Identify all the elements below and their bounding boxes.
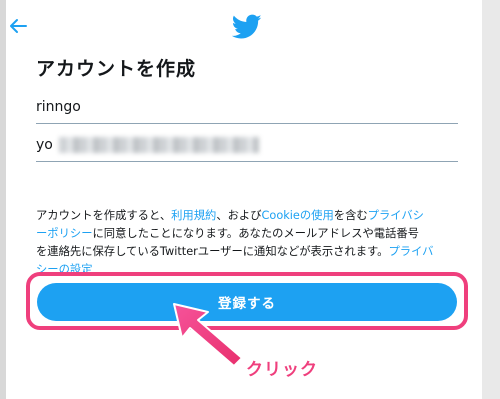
privacy-settings-link[interactable]: プライバ xyxy=(388,245,433,258)
name-field-container xyxy=(36,91,458,124)
back-button[interactable] xyxy=(4,12,32,40)
twitter-bird-icon xyxy=(232,14,262,39)
email-field-container xyxy=(36,129,458,162)
pointer-arrow-icon xyxy=(173,303,243,367)
back-arrow-icon xyxy=(10,19,27,33)
privacy-policy-link-cont[interactable]: ーポリシー xyxy=(36,227,93,240)
terms-text: 、および xyxy=(216,209,262,222)
cookie-use-link[interactable]: Cookieの使用 xyxy=(262,209,334,222)
terms-of-service-link[interactable]: 利用規約 xyxy=(171,209,216,222)
signup-dialog: アカウントを作成 アカウントを作成すると、利用規約、およびCookieの使用を含… xyxy=(0,0,500,399)
privacy-policy-link[interactable]: プライバシ xyxy=(368,209,424,222)
terms-text: アカウントを作成すると、 xyxy=(36,209,172,222)
window-edge-right xyxy=(482,0,500,399)
terms-text: を連絡先に保存しているTwitterユーザーに通知などが表示されます。 xyxy=(36,245,389,258)
terms-text: を含む xyxy=(333,209,368,222)
page-title: アカウントを作成 xyxy=(36,58,197,80)
terms-text: に同意したことになります。あなたのメールアドレスや電話番号 xyxy=(92,227,419,240)
redacted-email-blur xyxy=(59,137,259,153)
terms-notice: アカウントを作成すると、利用規約、およびCookieの使用を含むプライバシ ーポ… xyxy=(36,207,466,279)
click-annotation-label: クリック xyxy=(246,360,318,380)
window-edge-left xyxy=(0,0,6,399)
name-field[interactable] xyxy=(36,91,458,123)
